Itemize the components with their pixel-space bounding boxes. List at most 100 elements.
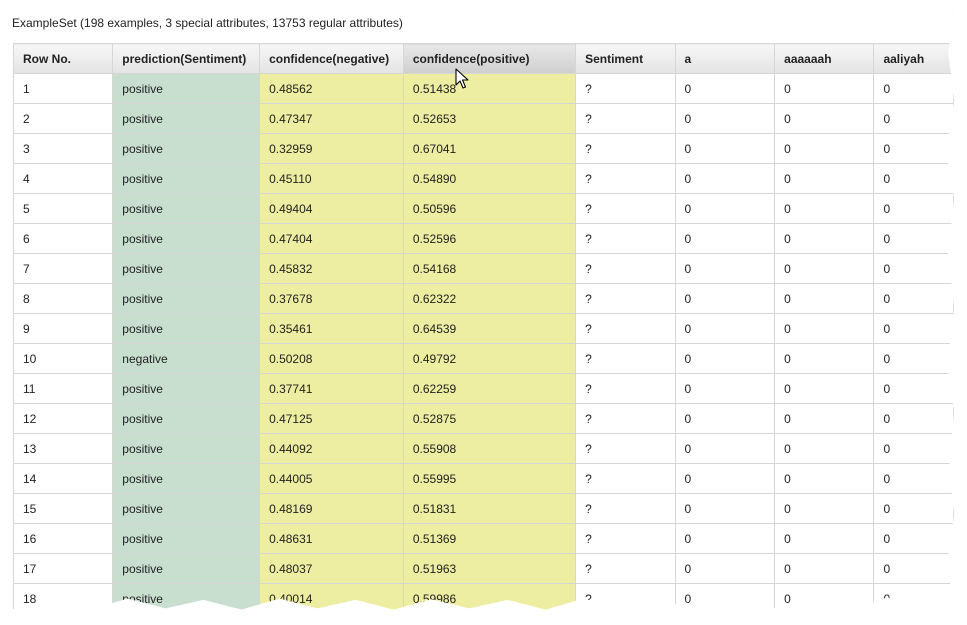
table-row[interactable]: 7 positive 0.45832 0.54168? 0 0 0: [12, 253, 954, 284]
cell-a[interactable]: 0: [674, 103, 776, 134]
cell-a[interactable]: 0: [674, 343, 776, 374]
table-row[interactable]: 2 positive 0.47347 0.52653? 0 0 0: [12, 103, 954, 134]
cell-sentiment[interactable]: ?: [575, 553, 676, 584]
cell-aaliyah[interactable]: 0: [873, 163, 954, 194]
cell-a[interactable]: 0: [674, 73, 776, 104]
cell-a[interactable]: 0: [674, 463, 776, 494]
cell-sentiment[interactable]: ?: [575, 73, 676, 104]
cell-sentiment[interactable]: ?: [575, 343, 676, 374]
cell-a[interactable]: 0: [674, 553, 776, 584]
cell-aaaaaah[interactable]: 0: [774, 373, 875, 404]
cell-confidence-negative[interactable]: 0.37741: [259, 373, 404, 404]
cell-confidence-positive[interactable]: 0.64539: [402, 313, 577, 344]
cell-aaaaaah[interactable]: 0: [774, 163, 875, 194]
cell-confidence-positive[interactable]: 0.62259: [402, 373, 577, 404]
cell-confidence-negative[interactable]: 0.47125: [259, 403, 404, 434]
table-row[interactable]: 8 positive 0.37678 0.62322? 0 0 0: [12, 283, 954, 314]
cell-a[interactable]: 0: [674, 583, 776, 611]
cell-aaaaaah[interactable]: 0: [774, 193, 875, 224]
cell-aaliyah[interactable]: 0: [873, 553, 954, 584]
cell-aaaaaah[interactable]: 0: [774, 223, 875, 254]
cell-confidence-negative[interactable]: 0.32959: [259, 133, 404, 164]
cell-aaaaaah[interactable]: 0: [774, 493, 875, 524]
column-header-aaaaaah[interactable]: aaaaaah: [774, 43, 875, 74]
cell-prediction[interactable]: positive: [112, 373, 261, 404]
table-row[interactable]: 5 positive 0.49404 0.50596? 0 0 0: [12, 193, 954, 224]
cell-aaliyah[interactable]: 0: [873, 223, 954, 254]
cell-confidence-negative[interactable]: 0.44092: [259, 433, 404, 464]
cell-aaliyah[interactable]: 0: [873, 463, 954, 494]
cell-a[interactable]: 0: [674, 283, 776, 314]
cell-prediction[interactable]: positive: [112, 73, 261, 104]
cell-aaliyah[interactable]: 0: [873, 133, 954, 164]
cell-confidence-negative[interactable]: 0.48037: [259, 553, 404, 584]
cell-confidence-positive[interactable]: 0.51831: [402, 493, 577, 524]
cell-aaliyah[interactable]: 0: [873, 193, 954, 224]
cell-aaliyah[interactable]: 0: [873, 373, 954, 404]
table-row[interactable]: 14 positive 0.44005 0.55995? 0 0 0: [12, 463, 954, 494]
cell-row-no[interactable]: 14: [12, 463, 114, 494]
table-row[interactable]: 3 positive 0.32959 0.67041? 0 0 0: [12, 133, 954, 164]
cell-sentiment[interactable]: ?: [575, 253, 676, 284]
cell-a[interactable]: 0: [674, 193, 776, 224]
table-row[interactable]: 13 positive 0.44092 0.55908? 0 0 0: [12, 433, 954, 464]
cell-confidence-positive[interactable]: 0.49792: [402, 343, 577, 374]
cell-aaliyah[interactable]: 0: [873, 283, 954, 314]
column-header-confidence-negative[interactable]: confidence(negative): [259, 43, 404, 74]
table-row[interactable]: 10 negative 0.50208 0.49792? 0 0 0: [12, 343, 954, 374]
cell-a[interactable]: 0: [674, 403, 776, 434]
cell-confidence-negative[interactable]: 0.47404: [259, 223, 404, 254]
cell-prediction[interactable]: positive: [112, 493, 261, 524]
cell-confidence-positive[interactable]: 0.52653: [402, 103, 577, 134]
column-header-a[interactable]: a: [674, 43, 776, 74]
cell-confidence-positive[interactable]: 0.54168: [402, 253, 577, 284]
cell-sentiment[interactable]: ?: [575, 103, 676, 134]
cell-confidence-positive[interactable]: 0.55908: [402, 433, 577, 464]
cell-confidence-negative[interactable]: 0.44005: [259, 463, 404, 494]
cell-a[interactable]: 0: [674, 523, 776, 554]
cell-a[interactable]: 0: [674, 223, 776, 254]
cell-aaaaaah[interactable]: 0: [774, 313, 875, 344]
table-row[interactable]: 12 positive 0.47125 0.52875? 0 0 0: [12, 403, 954, 434]
cell-prediction[interactable]: positive: [112, 133, 261, 164]
cell-confidence-negative[interactable]: 0.35461: [259, 313, 404, 344]
cell-sentiment[interactable]: ?: [575, 583, 676, 611]
cell-row-no[interactable]: 1: [12, 73, 114, 104]
cell-row-no[interactable]: 8: [12, 283, 114, 314]
cell-prediction[interactable]: positive: [112, 253, 261, 284]
table-row[interactable]: 1 positive 0.48562 0.51438? 0 0 0: [12, 73, 954, 104]
cell-confidence-positive[interactable]: 0.52596: [402, 223, 577, 254]
column-header-confidence-positive[interactable]: confidence(positive): [402, 43, 577, 74]
cell-row-no[interactable]: 5: [12, 193, 114, 224]
cell-aaaaaah[interactable]: 0: [774, 133, 875, 164]
cell-confidence-positive[interactable]: 0.67041: [402, 133, 577, 164]
cell-confidence-positive[interactable]: 0.54890: [402, 163, 577, 194]
cell-row-no[interactable]: 13: [12, 433, 114, 464]
cell-sentiment[interactable]: ?: [575, 403, 676, 434]
cell-confidence-negative[interactable]: 0.48169: [259, 493, 404, 524]
cell-aaaaaah[interactable]: 0: [774, 253, 875, 284]
cell-row-no[interactable]: 7: [12, 253, 114, 284]
cell-confidence-positive[interactable]: 0.52875: [402, 403, 577, 434]
table-row[interactable]: 18 positive 0.40014 0.59986? 0 0 0: [12, 583, 954, 611]
cell-confidence-negative[interactable]: 0.45110: [259, 163, 404, 194]
cell-confidence-positive[interactable]: 0.55995: [402, 463, 577, 494]
cell-row-no[interactable]: 12: [12, 403, 114, 434]
cell-aaaaaah[interactable]: 0: [774, 553, 875, 584]
cell-confidence-negative[interactable]: 0.50208: [259, 343, 404, 374]
cell-sentiment[interactable]: ?: [575, 433, 676, 464]
cell-sentiment[interactable]: ?: [575, 373, 676, 404]
cell-aaaaaah[interactable]: 0: [774, 403, 875, 434]
cell-a[interactable]: 0: [674, 253, 776, 284]
table-row[interactable]: 9 positive 0.35461 0.64539? 0 0 0: [12, 313, 954, 344]
cell-aaliyah[interactable]: 0: [873, 313, 954, 344]
cell-aaliyah[interactable]: 0: [873, 73, 954, 104]
table-row[interactable]: 15 positive 0.48169 0.51831? 0 0 0: [12, 493, 954, 524]
cell-aaliyah[interactable]: 0: [873, 583, 954, 611]
cell-confidence-positive[interactable]: 0.51369: [402, 523, 577, 554]
cell-confidence-negative[interactable]: 0.47347: [259, 103, 404, 134]
cell-prediction[interactable]: positive: [112, 223, 261, 254]
cell-aaaaaah[interactable]: 0: [774, 73, 875, 104]
cell-sentiment[interactable]: ?: [575, 283, 676, 314]
cell-prediction[interactable]: positive: [112, 583, 261, 611]
